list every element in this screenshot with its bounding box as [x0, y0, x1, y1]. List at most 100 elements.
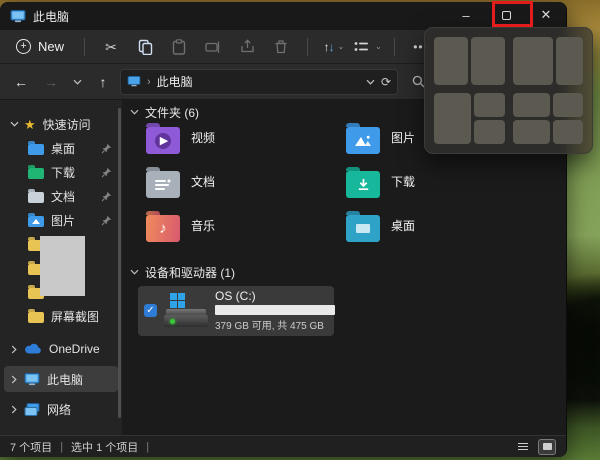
- share-icon: [240, 39, 255, 54]
- drives-section-label: 设备和驱动器 (1): [145, 264, 235, 281]
- folder-item-documents[interactable]: 文档: [146, 166, 346, 210]
- minimize-button[interactable]: –: [446, 2, 486, 28]
- drive-capacity-text: 379 GB 可用, 共 475 GB: [215, 317, 335, 332]
- up-button[interactable]: ↑: [90, 69, 116, 95]
- rename-button[interactable]: [197, 33, 229, 61]
- snap-zone[interactable]: [471, 37, 505, 85]
- window-title: 此电脑: [33, 8, 69, 25]
- forward-button[interactable]: →: [38, 69, 64, 95]
- copy-icon: [138, 39, 153, 55]
- sidebar-item-screenshots[interactable]: 屏幕截图: [0, 304, 122, 328]
- share-button[interactable]: [231, 33, 263, 61]
- snap-zone[interactable]: [556, 37, 583, 85]
- cloud-icon: [24, 343, 42, 355]
- folder-item-music[interactable]: ♪ 音乐: [146, 210, 346, 254]
- sidebar-item-desktop[interactable]: 桌面: [0, 136, 122, 160]
- chevron-down-icon[interactable]: [8, 121, 20, 127]
- snap-layout-quad[interactable]: [513, 93, 584, 144]
- breadcrumb[interactable]: 此电脑: [157, 73, 193, 90]
- sidebar-item-this-pc[interactable]: 此电脑: [4, 366, 118, 392]
- status-divider: |: [60, 441, 63, 453]
- new-button-label: New: [38, 39, 64, 54]
- snap-zone[interactable]: [434, 93, 471, 144]
- folder-item-videos[interactable]: ▶ 视频: [146, 122, 346, 166]
- sidebar-item-label: 网络: [47, 401, 71, 418]
- sidebar-item-onedrive[interactable]: OneDrive: [0, 336, 122, 362]
- drive-led: [170, 319, 175, 324]
- recent-locations-button[interactable]: [68, 69, 86, 95]
- delete-button[interactable]: [265, 33, 297, 61]
- address-dropdown-icon[interactable]: [366, 79, 375, 85]
- network-icon: [24, 403, 40, 416]
- plus-icon: +: [16, 39, 31, 54]
- cut-icon: ✂: [105, 40, 117, 54]
- sidebar-item-label: 桌面: [51, 140, 75, 157]
- copy-button[interactable]: [129, 33, 161, 61]
- snap-zone[interactable]: [513, 37, 554, 85]
- snap-layout-wide-left[interactable]: [513, 37, 584, 85]
- sidebar-item-label: 下载: [51, 164, 75, 181]
- sidebar-item-quick-access[interactable]: ★ 快速访问: [0, 112, 122, 136]
- sidebar-scrollbar[interactable]: [118, 108, 121, 418]
- drive-item-os-c[interactable]: ✓ OS (C:) 379 GB 可用, 共 475 GB: [138, 286, 334, 336]
- rename-icon: [205, 40, 221, 54]
- details-view-button[interactable]: [514, 439, 532, 455]
- snap-zone[interactable]: [434, 37, 468, 85]
- pin-icon: [101, 167, 112, 178]
- folder-item-desktop[interactable]: 桌面: [346, 210, 546, 254]
- folder-label: 桌面: [391, 217, 415, 234]
- folder-item-downloads[interactable]: 下载: [346, 166, 546, 210]
- item-count: 7 个项目: [10, 439, 52, 455]
- sidebar-item-documents[interactable]: 文档: [0, 184, 122, 208]
- snap-zone[interactable]: [474, 120, 504, 144]
- annotation-highlight-maximize: [492, 1, 533, 27]
- pictures-folder-icon: [346, 127, 380, 154]
- this-pc-icon: [10, 10, 26, 23]
- desktop-folder-icon: [346, 215, 380, 242]
- toolbar-separator: [307, 38, 308, 56]
- drive-name: OS (C:): [215, 289, 335, 303]
- refresh-icon[interactable]: ⟳: [381, 75, 391, 89]
- large-icons-view-button[interactable]: [538, 439, 556, 455]
- paste-button[interactable]: [163, 33, 195, 61]
- toolbar-separator: [84, 38, 85, 56]
- cut-button[interactable]: ✂: [95, 33, 127, 61]
- sort-icon: ↑↓ ⌄: [324, 40, 345, 54]
- sidebar-item-label: 快速访问: [43, 116, 91, 133]
- snap-zone[interactable]: [553, 93, 583, 117]
- sidebar-item-pictures[interactable]: 图片: [0, 208, 122, 232]
- downloads-folder-icon: [346, 171, 380, 198]
- drive-icon: [164, 293, 208, 329]
- music-folder-icon: ♪: [146, 215, 180, 242]
- pin-icon: [101, 215, 112, 226]
- details-view-icon: [518, 442, 528, 452]
- snap-zone[interactable]: [474, 93, 504, 117]
- snap-layout-left-plus-stacked[interactable]: [434, 93, 505, 144]
- chevron-right-icon[interactable]: [8, 345, 20, 354]
- address-bar[interactable]: › 此电脑 ⟳: [120, 69, 398, 95]
- snap-zone[interactable]: [553, 120, 583, 144]
- snap-layout-two-columns[interactable]: [434, 37, 505, 85]
- chevron-down-icon[interactable]: [130, 269, 139, 275]
- drives-section-header[interactable]: 设备和驱动器 (1): [130, 264, 566, 280]
- status-bar: 7 个项目 | 选中 1 个项目 |: [0, 435, 566, 457]
- new-button[interactable]: + New: [10, 35, 74, 58]
- titlebar[interactable]: 此电脑 – ✕: [0, 2, 566, 30]
- sort-button[interactable]: ↑↓ ⌄: [318, 33, 350, 61]
- sidebar-item-network[interactable]: 网络: [0, 396, 122, 422]
- sidebar-item-label: 此电脑: [47, 371, 83, 388]
- toolbar-separator: [394, 38, 395, 56]
- folder-icon: [28, 168, 44, 179]
- checkbox-checked-icon[interactable]: ✓: [144, 304, 157, 317]
- back-button[interactable]: ←: [8, 69, 34, 95]
- chevron-down-icon[interactable]: [130, 109, 139, 115]
- documents-folder-icon: [146, 171, 180, 198]
- view-options-button[interactable]: ⌄: [352, 33, 384, 61]
- sidebar-item-label: 图片: [51, 212, 75, 229]
- chevron-right-icon[interactable]: [8, 375, 20, 384]
- snap-zone[interactable]: [513, 120, 550, 144]
- snap-zone[interactable]: [513, 93, 550, 117]
- redaction-overlay: [40, 236, 85, 296]
- sidebar-item-downloads[interactable]: 下载: [0, 160, 122, 184]
- chevron-right-icon[interactable]: [8, 405, 20, 414]
